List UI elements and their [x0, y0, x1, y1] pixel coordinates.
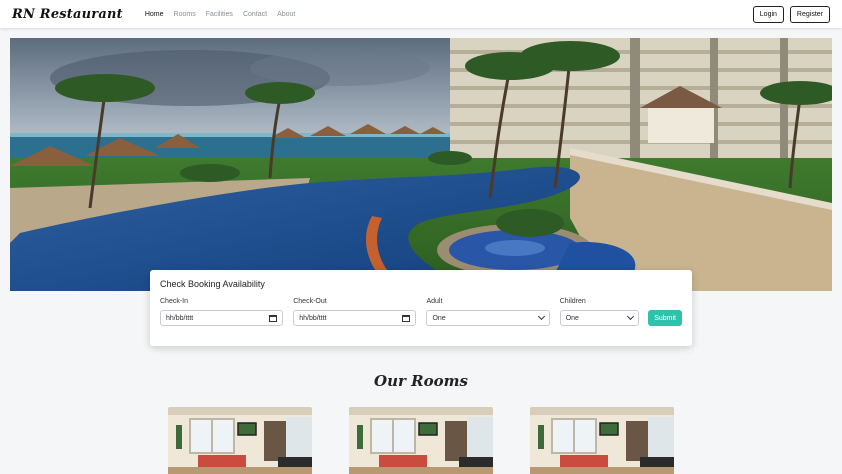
nav-link-rooms[interactable]: Rooms	[174, 11, 196, 18]
booking-form: Check-In hh/bb/tttt Check-Out hh/bb/tttt…	[160, 298, 682, 326]
register-button[interactable]: Register	[789, 5, 830, 23]
login-button[interactable]: Login	[752, 5, 784, 23]
rooms-section-title: Our Rooms	[374, 372, 468, 390]
room-photo	[168, 407, 312, 474]
room-photo	[349, 407, 493, 474]
hero-resort-pool-image	[10, 38, 832, 291]
checkin-date-input[interactable]: hh/bb/tttt	[160, 310, 284, 326]
nav-links: Home Rooms Facilities Contact About	[145, 11, 296, 18]
room-card-image[interactable]	[530, 407, 674, 474]
calendar-icon[interactable]	[269, 314, 278, 322]
chevron-down-icon	[627, 312, 635, 321]
calendar-icon[interactable]	[402, 314, 411, 322]
room-photo	[530, 407, 674, 474]
checkin-label: Check-In	[160, 298, 189, 305]
adult-select-value: One	[432, 314, 446, 322]
children-label: Children	[559, 298, 586, 305]
nav-link-home[interactable]: Home	[145, 11, 164, 18]
nav-link-about[interactable]: About	[277, 11, 295, 18]
submit-button[interactable]: Submit	[648, 310, 682, 326]
checkout-date-input[interactable]: hh/bb/tttt	[293, 310, 417, 326]
chevron-down-icon	[537, 312, 545, 321]
children-select[interactable]: One	[559, 310, 640, 326]
hero-image	[10, 38, 832, 291]
brand-logo[interactable]: RN Restaurant	[12, 7, 123, 22]
checkout-field-group: Check-Out hh/bb/tttt	[293, 298, 417, 326]
room-card-image[interactable]	[168, 407, 312, 474]
nav-actions: Login Register	[752, 5, 830, 23]
nav-link-contact[interactable]: Contact	[243, 11, 267, 18]
checkin-field-group: Check-In hh/bb/tttt	[160, 298, 284, 326]
navbar: RN Restaurant Home Rooms Facilities Cont…	[0, 0, 842, 28]
adult-label: Adult	[426, 298, 443, 305]
adult-select[interactable]: One	[426, 310, 550, 326]
children-field-group: Children One	[559, 298, 640, 326]
adult-field-group: Adult One	[426, 298, 550, 326]
children-select-value: One	[565, 314, 579, 322]
booking-availability-card: Check Booking Availability Check-In hh/b…	[150, 270, 692, 346]
room-card-image[interactable]	[349, 407, 493, 474]
nav-link-facilities[interactable]: Facilities	[206, 11, 233, 18]
checkout-date-value: hh/bb/tttt	[299, 314, 327, 322]
checkin-date-value: hh/bb/tttt	[166, 314, 194, 322]
booking-title: Check Booking Availability	[160, 279, 265, 289]
checkout-label: Check-Out	[293, 298, 327, 305]
